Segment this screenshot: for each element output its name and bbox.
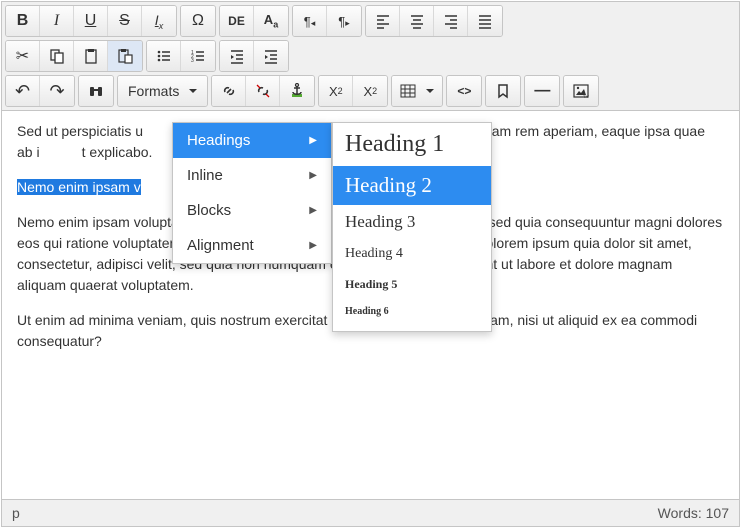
table-icon: [400, 83, 416, 99]
align-left-icon: [375, 13, 391, 29]
chevron-right-icon: ▶: [309, 170, 317, 181]
clear-format-button[interactable]: Ix: [142, 6, 176, 36]
ltr-button[interactable]: ¶◂: [293, 6, 327, 36]
align-justify-icon: [477, 13, 493, 29]
bookmark-icon: [495, 83, 511, 99]
table-dropdown[interactable]: [392, 76, 442, 106]
language-button[interactable]: DE: [220, 6, 254, 36]
svg-text:3: 3: [191, 58, 194, 64]
italic-button[interactable]: I: [40, 6, 74, 36]
caret-down-icon: [426, 89, 434, 93]
formats-menu: Headings▶ Inline▶ Blocks▶ Alignment▶: [172, 122, 332, 264]
bookmark-button[interactable]: [486, 76, 520, 106]
special-char-button[interactable]: Ω: [181, 6, 215, 36]
align-left-button[interactable]: [366, 6, 400, 36]
bold-button[interactable]: B: [6, 6, 40, 36]
redo-icon: ↷: [49, 81, 64, 102]
underline-button[interactable]: U: [74, 6, 108, 36]
subscript-button[interactable]: X2: [353, 76, 387, 106]
paste-button[interactable]: [74, 41, 108, 71]
element-path[interactable]: p: [12, 505, 20, 521]
indent-button[interactable]: [254, 41, 288, 71]
cut-button[interactable]: ✂: [6, 41, 40, 71]
superscript-button[interactable]: X2: [319, 76, 353, 106]
undo-button[interactable]: ↶: [6, 76, 40, 106]
toolbar: B I U S Ix Ω DE Aa ¶◂ ¶▸: [2, 2, 739, 111]
undo-icon: ↶: [15, 81, 30, 102]
copy-icon: [49, 48, 65, 64]
menu-item-blocks[interactable]: Blocks▶: [173, 193, 331, 228]
find-replace-button[interactable]: [79, 76, 113, 106]
menu-item-heading-5[interactable]: Heading 5: [333, 270, 491, 298]
unlink-icon: [255, 83, 271, 99]
link-icon: [221, 83, 237, 99]
rich-text-editor: B I U S Ix Ω DE Aa ¶◂ ¶▸: [1, 1, 740, 527]
menu-item-heading-4[interactable]: Heading 4: [333, 239, 491, 270]
formats-dropdown[interactable]: Formats: [118, 76, 207, 106]
menu-item-inline[interactable]: Inline▶: [173, 158, 331, 193]
caret-down-icon: [189, 89, 197, 93]
bullet-list-button[interactable]: [147, 41, 181, 71]
menu-item-heading-1[interactable]: Heading 1: [333, 123, 491, 166]
align-right-icon: [443, 13, 459, 29]
numbered-list-icon: 123: [190, 48, 206, 64]
copy-button[interactable]: [40, 41, 74, 71]
chevron-right-icon: ▶: [309, 135, 317, 146]
redo-button[interactable]: ↷: [40, 76, 74, 106]
outdent-button[interactable]: [220, 41, 254, 71]
chevron-right-icon: ▶: [309, 240, 317, 251]
outdent-icon: [229, 48, 245, 64]
unlink-button[interactable]: [246, 76, 280, 106]
status-bar: p Words: 107: [2, 499, 739, 526]
menu-item-heading-2[interactable]: Heading 2: [333, 166, 491, 205]
paste-text-icon: [117, 48, 133, 64]
headings-submenu: Heading 1 Heading 2 Heading 3 Heading 4 …: [332, 122, 492, 332]
horizontal-rule-button[interactable]: —: [525, 76, 559, 106]
numbered-list-button[interactable]: 123: [181, 41, 215, 71]
svg-text:TXT: TXT: [583, 94, 589, 99]
word-count: Words: 107: [658, 505, 729, 521]
strikethrough-button[interactable]: S: [108, 6, 142, 36]
bullet-list-icon: [156, 48, 172, 64]
source-code-button[interactable]: <>: [447, 76, 481, 106]
paste-icon: [83, 48, 99, 64]
text-selection: Nemo enim ipsam v: [17, 179, 141, 195]
link-button[interactable]: [212, 76, 246, 106]
text-case-button[interactable]: Aa: [254, 6, 288, 36]
anchor-button[interactable]: [280, 76, 314, 106]
align-center-button[interactable]: [400, 6, 434, 36]
menu-item-heading-6[interactable]: Heading 6: [333, 299, 491, 325]
align-justify-button[interactable]: [468, 6, 502, 36]
anchor-icon: [289, 83, 305, 99]
menu-item-headings[interactable]: Headings▶: [173, 123, 331, 158]
image-icon: TXT: [573, 83, 589, 99]
cut-icon: ✂: [16, 46, 29, 66]
rtl-button[interactable]: ¶▸: [327, 6, 361, 36]
menu-item-heading-3[interactable]: Heading 3: [333, 205, 491, 239]
insert-image-button[interactable]: TXT: [564, 76, 598, 106]
align-right-button[interactable]: [434, 6, 468, 36]
align-center-icon: [409, 13, 425, 29]
paste-text-button[interactable]: [108, 41, 142, 71]
indent-icon: [263, 48, 279, 64]
binoculars-icon: [88, 83, 104, 99]
menu-item-alignment[interactable]: Alignment▶: [173, 228, 331, 263]
chevron-right-icon: ▶: [309, 205, 317, 216]
